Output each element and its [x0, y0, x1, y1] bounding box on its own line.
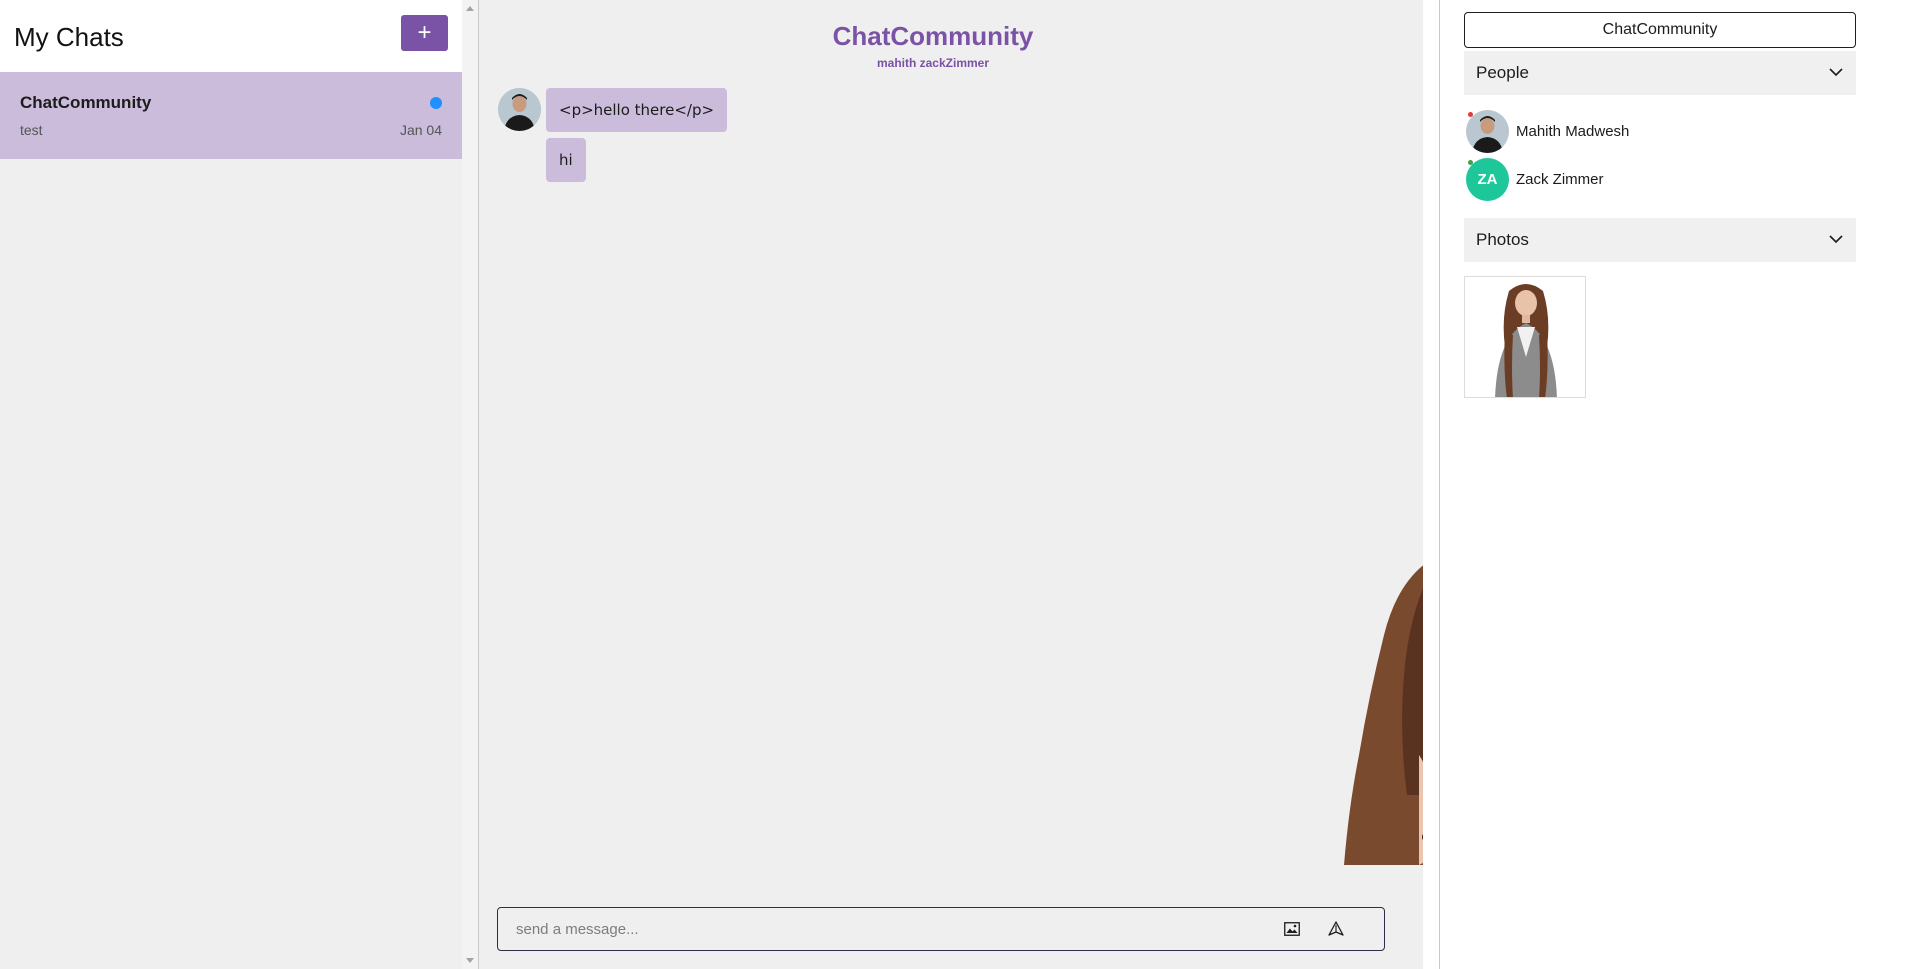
send-icon[interactable]	[1328, 921, 1344, 937]
chat-title-field[interactable]: ChatCommunity	[1464, 12, 1856, 48]
person-name: Mahith Madwesh	[1516, 123, 1630, 140]
photos-label: Photos	[1476, 230, 1529, 249]
new-chat-button[interactable]: +	[401, 15, 448, 51]
person-row[interactable]: Mahith Madwesh	[1464, 110, 1764, 154]
message-bubble: hi	[546, 138, 586, 182]
person-avatar-icon	[498, 88, 541, 131]
chat-feed-title: ChatCommunity	[832, 21, 1034, 51]
chat-settings: ChatCommunity People Mahith Madwesh ZA Z…	[1440, 0, 1920, 969]
chat-list-item[interactable]: ChatCommunity test Jan 04	[0, 72, 462, 159]
photos-section-header[interactable]: Photos	[1464, 218, 1856, 262]
avatar	[498, 88, 541, 131]
chat-feed-members: mahith zackZimmer	[876, 56, 990, 70]
chevron-down-icon	[1829, 235, 1843, 244]
message-input-box	[497, 907, 1385, 951]
people-label: People	[1476, 63, 1529, 82]
unread-dot	[430, 97, 442, 109]
woman-photo-icon	[1465, 277, 1585, 397]
scroll-down-arrow-icon[interactable]	[466, 958, 474, 963]
person-avatar-icon	[1466, 110, 1509, 153]
person-name: Zack Zimmer	[1516, 171, 1604, 188]
online-status-dot	[1468, 160, 1473, 165]
avatar: ZA	[1466, 158, 1509, 201]
image-icon[interactable]	[1284, 922, 1300, 936]
scroll-up-arrow-icon[interactable]	[466, 6, 474, 11]
message-input[interactable]	[516, 908, 1276, 950]
chat-last-message: test	[20, 122, 43, 138]
message-bubble: <p>hello there</p>	[546, 88, 728, 132]
chats-header: My Chats +	[0, 0, 462, 72]
chevron-down-icon	[1829, 68, 1843, 77]
chat-feed: ChatCommunity mahith zackZimmer <p>hello…	[479, 0, 1423, 969]
photo-thumbnail[interactable]	[1464, 276, 1586, 398]
sidebar-scrollbar[interactable]	[462, 0, 478, 969]
person-row[interactable]: ZA Zack Zimmer	[1464, 158, 1764, 202]
chat-app: My Chats + ChatCommunity test Jan 04 Cha…	[0, 0, 1920, 969]
chats-title: My Chats	[14, 22, 124, 52]
people-section-header[interactable]: People	[1464, 51, 1856, 95]
chats-sidebar: My Chats + ChatCommunity test Jan 04	[0, 0, 478, 969]
chat-date: Jan 04	[399, 122, 442, 138]
offline-status-dot	[1468, 112, 1473, 117]
chat-name: ChatCommunity	[20, 93, 152, 112]
avatar	[1466, 110, 1509, 153]
